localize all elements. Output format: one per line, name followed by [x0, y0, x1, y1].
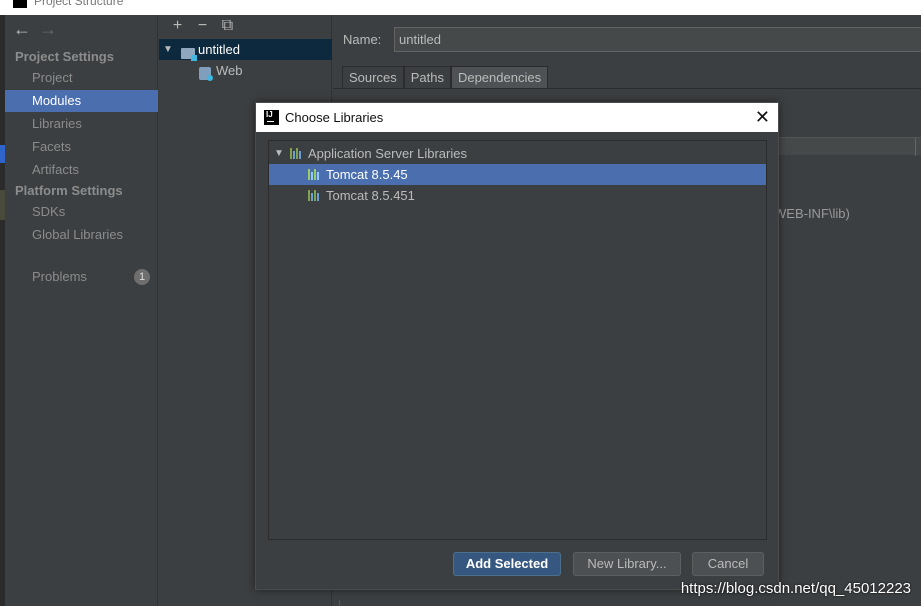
sidebar-item-artifacts[interactable]: Artifacts [5, 159, 158, 181]
copy-icon[interactable]: ⧉ [215, 17, 240, 35]
window-titlebar: Project Structure [0, 0, 921, 15]
library-group-label: Application Server Libraries [308, 146, 467, 161]
new-library-button[interactable]: New Library... [573, 552, 681, 576]
sidebar-item-project[interactable]: Project [5, 67, 158, 89]
problems-count-badge: 1 [134, 269, 150, 285]
tab-dependencies[interactable]: Dependencies [450, 66, 549, 88]
library-icon [290, 148, 303, 159]
close-icon[interactable]: ✕ [755, 107, 770, 127]
cancel-button[interactable]: Cancel [692, 552, 764, 576]
project-settings-heading: Project Settings [15, 49, 114, 64]
tree-item-web[interactable]: Web [159, 60, 332, 81]
sidebar-item-global-libraries[interactable]: Global Libraries [5, 224, 158, 246]
library-tree: ▼ Application Server Libraries Tomcat 8.… [268, 140, 767, 540]
web-facet-icon [199, 63, 213, 84]
sidebar-item-facets[interactable]: Facets [5, 136, 158, 158]
divider [339, 600, 340, 606]
library-item-label: Tomcat 8.5.45 [326, 167, 408, 182]
window-title: Project Structure [34, 0, 124, 8]
module-name-input[interactable]: untitled [394, 27, 921, 52]
sidebar-item-label: Problems [32, 269, 87, 284]
back-arrow-icon[interactable]: ← [13, 19, 31, 39]
add-selected-button[interactable]: Add Selected [453, 552, 561, 576]
watermark-text: https://blog.csdn.net/qq_45012223 [680, 580, 911, 597]
expand-triangle-icon[interactable]: ▼ [274, 143, 284, 164]
module-tabs: Sources Paths Dependencies [342, 66, 549, 88]
sidebar: ← → Project Settings Project Modules Libr… [5, 15, 158, 606]
remove-icon[interactable]: − [190, 17, 215, 35]
expand-triangle-icon[interactable]: ▼ [163, 39, 173, 60]
choose-libraries-dialog: IJ Choose Libraries ✕ ▼ Application Serv… [255, 102, 779, 590]
intellij-logo-icon: IJ [264, 110, 279, 125]
tree-item-untitled[interactable]: ▼ untitled [159, 39, 332, 61]
add-icon[interactable]: + [165, 17, 190, 35]
library-group-application-server[interactable]: ▼ Application Server Libraries [269, 143, 766, 164]
app-icon [13, 0, 27, 8]
library-item-tomcat-8-5-45[interactable]: Tomcat 8.5.45 [269, 164, 766, 185]
tab-divider [333, 88, 921, 89]
dialog-titlebar: IJ Choose Libraries ✕ [256, 103, 778, 132]
tab-sources[interactable]: Sources [342, 66, 404, 88]
dialog-title: Choose Libraries [285, 110, 384, 125]
sidebar-item-modules[interactable]: Modules [5, 90, 158, 112]
sidebar-item-problems[interactable]: Problems 1 [5, 266, 158, 288]
forward-arrow-icon[interactable]: → [39, 19, 57, 39]
library-item-tomcat-8-5-451[interactable]: Tomcat 8.5.451 [269, 185, 766, 206]
library-item-label: Tomcat 8.5.451 [326, 188, 415, 203]
name-label: Name: [343, 32, 382, 47]
dependencies-table-header [778, 137, 921, 156]
tab-paths[interactable]: Paths [403, 66, 451, 88]
library-icon [308, 169, 321, 180]
library-icon [308, 190, 321, 201]
dependency-path-text: WEB-INF\lib) [774, 206, 850, 221]
tree-item-label: Web [216, 63, 243, 78]
sidebar-item-sdks[interactable]: SDKs [5, 201, 158, 223]
sidebar-item-libraries[interactable]: Libraries [5, 113, 158, 135]
nav-arrows: ← → [13, 19, 57, 40]
platform-settings-heading: Platform Settings [15, 183, 123, 198]
tree-item-label: untitled [198, 42, 240, 57]
module-tree-toolbar: + − ⧉ [165, 17, 240, 39]
